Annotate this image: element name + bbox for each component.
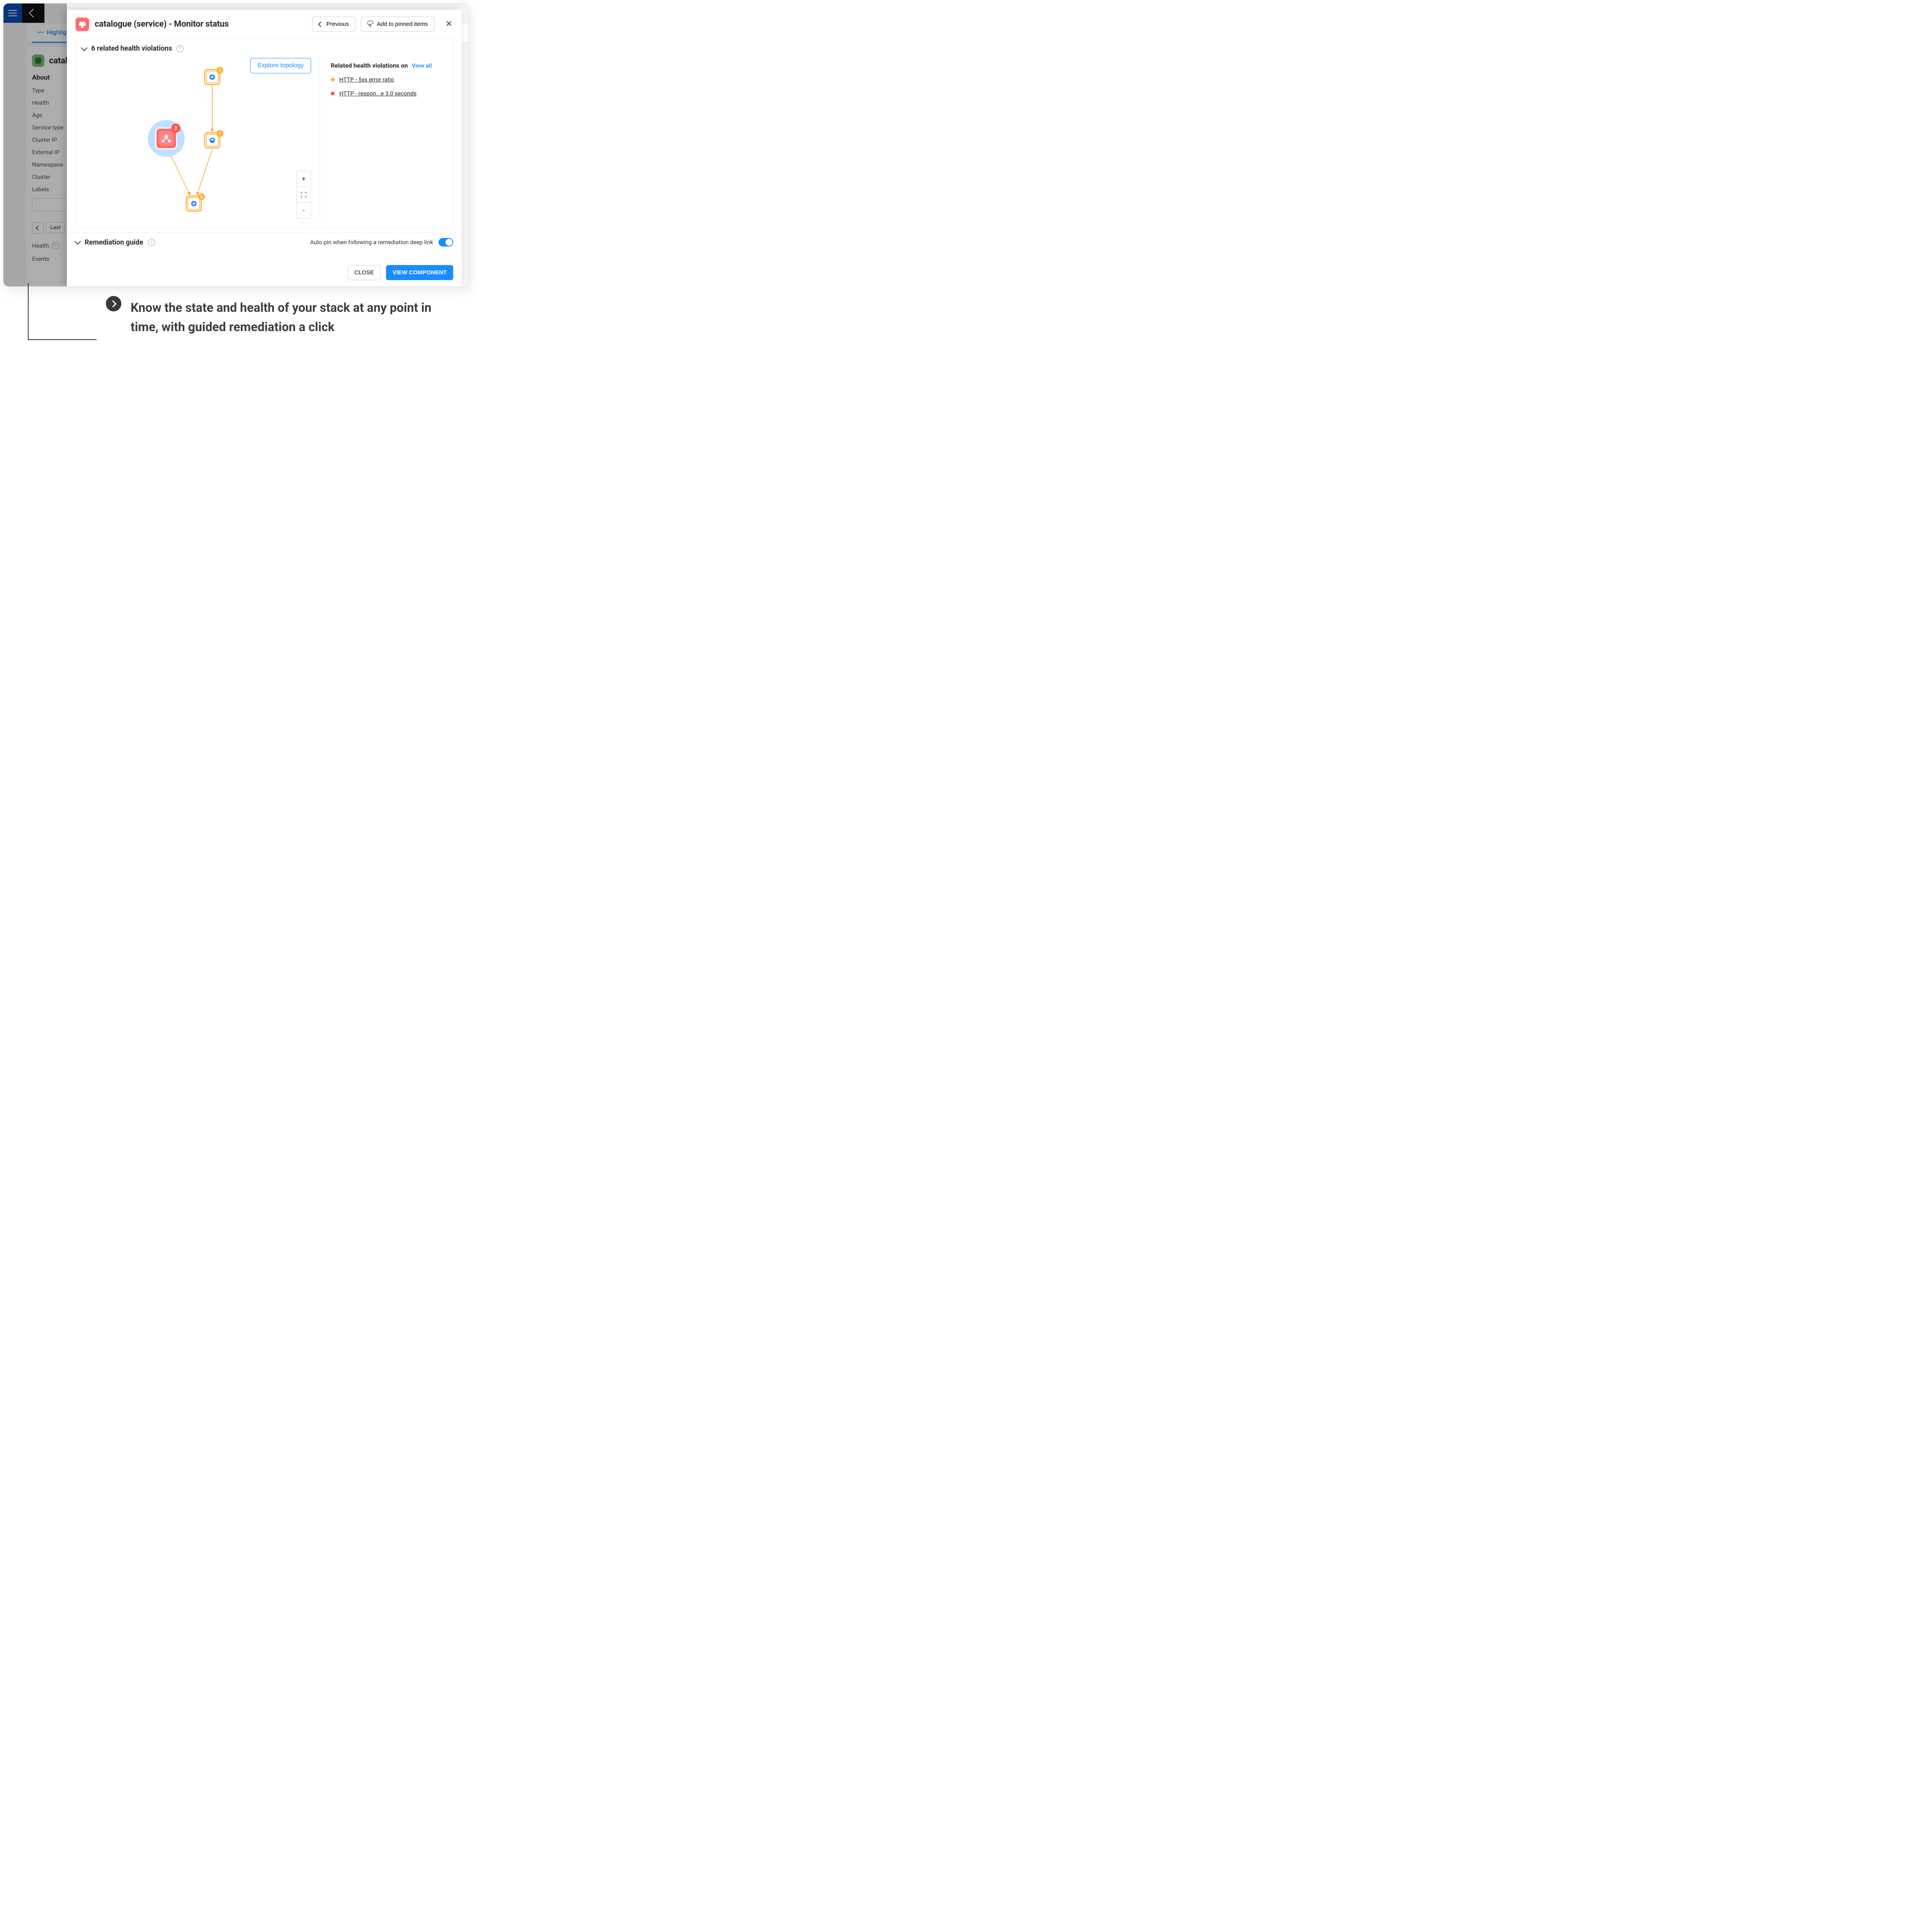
remediation-title: Remediation guide xyxy=(85,238,143,247)
auto-pin-label: Auto pin when following a remediation de… xyxy=(310,239,433,246)
button-label: Add to pinned items xyxy=(377,21,428,27)
previous-button[interactable]: Previous xyxy=(312,17,355,32)
pin-icon xyxy=(367,22,373,27)
entity-title: catal xyxy=(49,56,67,66)
connector-line xyxy=(23,298,97,345)
chevron-right-icon xyxy=(109,300,116,307)
zoom-controls: + - xyxy=(296,171,311,219)
svg-text:2: 2 xyxy=(174,126,177,131)
view-component-button[interactable]: VIEW COMPONENT xyxy=(386,265,453,280)
svg-text:2: 2 xyxy=(200,194,202,199)
zoom-in-button[interactable]: + xyxy=(296,171,311,187)
fit-screen-icon xyxy=(301,192,306,197)
violation-link[interactable]: HTTP - 5xx error ratio xyxy=(339,76,394,83)
monitor-status-panel: catalogue (service) - Monitor status Pre… xyxy=(67,10,462,286)
close-button[interactable]: ✕ xyxy=(440,17,453,31)
panel-title: catalogue (service) - Monitor status xyxy=(95,19,229,29)
marketing-caption: Know the state and health of your stack … xyxy=(131,298,455,337)
zoom-out-button[interactable]: - xyxy=(296,203,311,219)
entity-type-icon xyxy=(32,54,44,67)
violation-item[interactable]: HTTP - respon...e 3.0 seconds xyxy=(331,90,447,97)
violations-section: 6 related health violations ? Explore to… xyxy=(75,39,453,228)
arrow-left-icon xyxy=(29,9,38,18)
topology-graph: 1 1 xyxy=(82,58,320,223)
svg-text:1: 1 xyxy=(219,131,221,136)
chevron-down-icon[interactable] xyxy=(81,44,88,51)
chevron-left-icon xyxy=(36,226,41,231)
hamburger-button[interactable] xyxy=(3,3,22,23)
time-range-selector[interactable]: Last xyxy=(46,222,65,233)
status-dot-deviating-icon xyxy=(331,78,335,82)
back-button[interactable] xyxy=(22,3,44,23)
violations-title: 6 related health violations xyxy=(91,44,172,53)
help-icon[interactable]: ? xyxy=(177,45,184,52)
help-icon[interactable]: ? xyxy=(52,242,59,249)
chevron-left-icon xyxy=(318,21,323,27)
add-to-pinned-button[interactable]: Add to pinned items xyxy=(361,17,435,32)
zoom-fit-button[interactable] xyxy=(296,187,311,203)
time-prev-button[interactable] xyxy=(32,222,44,234)
caption-row: Know the state and health of your stack … xyxy=(23,298,456,345)
violation-item[interactable]: HTTP - 5xx error ratio xyxy=(331,76,447,83)
related-violations-title: Related health violations on xyxy=(331,62,408,69)
service-icon xyxy=(75,17,89,31)
screenshot-frame: Highlights catal About Type Health Age S… xyxy=(3,3,468,287)
panel-header: catalogue (service) - Monitor status Pre… xyxy=(67,10,462,39)
svg-text:1: 1 xyxy=(219,68,221,73)
topology-canvas[interactable]: Explore topology xyxy=(82,58,320,220)
close-button[interactable]: CLOSE xyxy=(348,265,381,280)
arrow-circle-icon xyxy=(106,296,121,311)
status-dot-critical-icon xyxy=(331,92,335,95)
violations-side-list: Related health violations on View all HT… xyxy=(320,58,447,220)
auto-pin-toggle[interactable] xyxy=(439,238,453,247)
hamburger-icon xyxy=(9,13,17,14)
help-icon[interactable]: ? xyxy=(148,239,155,246)
remediation-section: Remediation guide ? Auto pin when follow… xyxy=(67,232,462,252)
highlights-icon xyxy=(37,30,44,35)
violation-link[interactable]: HTTP - respon...e 3.0 seconds xyxy=(339,90,417,97)
chevron-down-icon[interactable] xyxy=(75,238,81,245)
button-label: Previous xyxy=(327,21,349,27)
panel-footer: CLOSE VIEW COMPONENT xyxy=(67,260,462,286)
view-all-link[interactable]: View all xyxy=(412,62,432,69)
